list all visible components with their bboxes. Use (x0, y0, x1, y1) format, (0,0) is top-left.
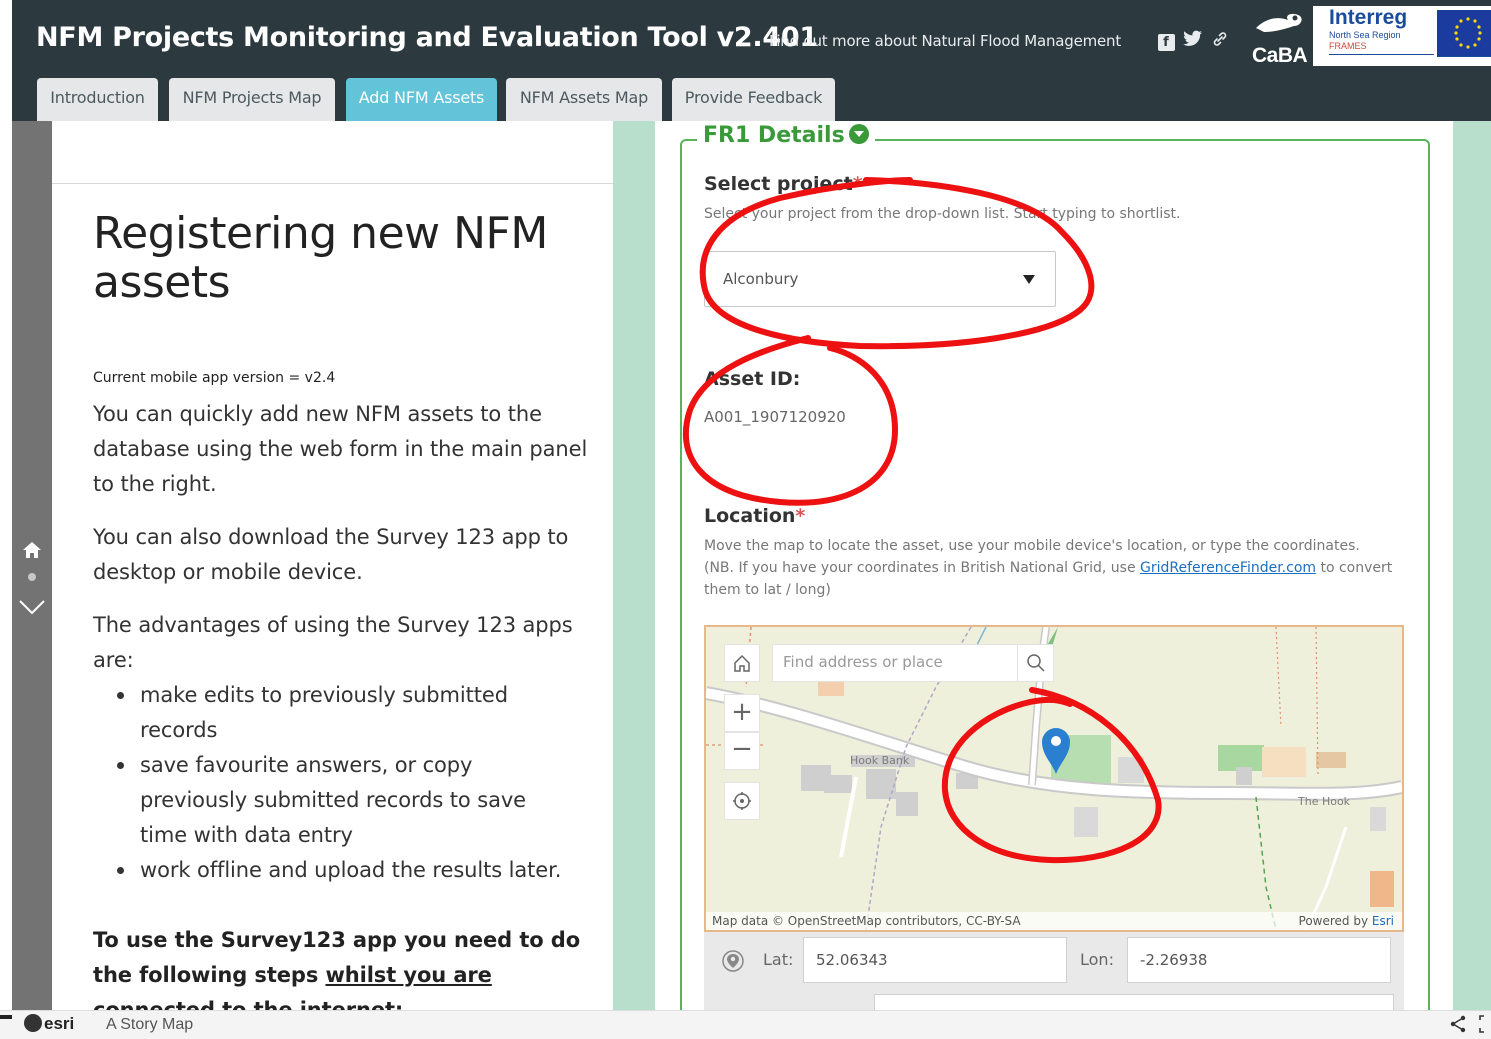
intro-paragraph: You can quickly add new NFM assets to th… (93, 402, 588, 496)
twitter-icon[interactable] (1182, 30, 1204, 52)
esri-logo[interactable]: esri (24, 1014, 74, 1034)
zoom-in-button[interactable]: + (724, 694, 760, 732)
lon-label: Lon: (1080, 950, 1114, 969)
lon-input[interactable]: -2.26938 (1127, 937, 1391, 983)
lat-input[interactable]: 52.06343 (803, 937, 1067, 983)
project-select[interactable]: Alconbury (704, 251, 1056, 307)
advantages-list: make edits to previously submitted recor… (93, 678, 573, 888)
location-label: Location* (704, 505, 806, 527)
app-header: NFM Projects Monitoring and Evaluation T… (12, 0, 1491, 121)
search-icon[interactable] (1017, 645, 1053, 681)
left-edge (0, 0, 12, 1010)
more-info-link[interactable]: Find out more about Natural Flood Manage… (769, 32, 1121, 50)
narrative-title: Registering new NFM assets (93, 208, 548, 308)
location-map[interactable]: Find address or place + − Hook Bank The … (704, 625, 1404, 932)
interreg-logo: Interreg North Sea Region FRAMES (1313, 6, 1491, 66)
chevron-down-icon[interactable] (18, 597, 46, 617)
story-map-app: NFM Projects Monitoring and Evaluation T… (0, 0, 1491, 1039)
gps-icon[interactable] (718, 946, 748, 976)
locate-icon[interactable] (724, 782, 760, 820)
tab-provide-feedback[interactable]: Provide Feedback (672, 78, 835, 121)
share-icon[interactable] (1448, 1014, 1468, 1034)
eu-flag-icon (1437, 10, 1491, 56)
caba-logo: CaBA (1248, 8, 1310, 70)
list-item: work offline and upload the results late… (93, 853, 573, 888)
divider (52, 183, 613, 184)
tab-add-nfm-assets[interactable]: Add NFM Assets (346, 78, 497, 121)
select-project-label: Select project* (704, 173, 863, 195)
tab-nfm-projects-map[interactable]: NFM Projects Map (169, 78, 335, 121)
globe-icon (24, 1014, 42, 1032)
download-paragraph: You can also download the Survey 123 app… (93, 525, 569, 584)
zoom-out-button[interactable]: − (724, 732, 760, 770)
list-item: make edits to previously submitted recor… (93, 678, 573, 748)
expand-icon[interactable] (1478, 1014, 1491, 1034)
fr1-details-legend[interactable]: FR1 Details (697, 123, 875, 148)
section-dot-icon[interactable] (28, 573, 36, 581)
location-pin-icon[interactable] (1040, 725, 1072, 775)
map-label-hook-bank: Hook Bank (850, 754, 910, 767)
facebook-icon[interactable]: f (1156, 30, 1176, 52)
story-map-label: A Story Map (106, 1016, 194, 1033)
advantages-paragraph: The advantages of using the Survey 123 a… (93, 613, 573, 672)
map-home-icon[interactable] (724, 644, 760, 682)
map-search-input[interactable]: Find address or place (783, 653, 943, 671)
link-icon[interactable] (1210, 30, 1230, 52)
home-icon[interactable] (22, 541, 42, 559)
side-nav (12, 121, 52, 1010)
dropdown-arrow-icon (1023, 275, 1035, 284)
asset-id-label: Asset ID: (704, 368, 801, 390)
app-version-text: Current mobile app version = v2.4 (93, 370, 336, 386)
map-label-the-hook: The Hook (1298, 795, 1351, 808)
select-project-hint: Select your project from the drop-down l… (704, 206, 1181, 222)
list-item: save favourite answers, or copy previous… (93, 748, 573, 853)
collapse-icon[interactable] (848, 124, 869, 144)
grid-reference-link[interactable]: GridReferenceFinder.com (1140, 560, 1316, 576)
lat-label: Lat: (763, 950, 794, 969)
asset-id-value: A001_1907120920 (704, 408, 846, 426)
coordinates-bar: Lat: 52.06343 Lon: -2.26938 (704, 932, 1404, 1014)
map-search-box[interactable]: Find address or place (772, 644, 1054, 682)
esri-link[interactable]: Esri (1372, 914, 1394, 928)
tab-introduction[interactable]: Introduction (37, 78, 158, 121)
tab-nfm-assets-map[interactable]: NFM Assets Map (506, 78, 662, 121)
steps-paragraph: To use the Survey123 app you need to do … (93, 928, 581, 1010)
narrative-panel[interactable]: Registering new NFM assets Current mobil… (52, 121, 613, 1010)
story-map-footer: esri A Story Map (0, 1010, 1491, 1039)
map-attribution: Map data © OpenStreetMap contributors, C… (706, 912, 1402, 930)
location-hint: Move the map to locate the asset, use yo… (704, 538, 1393, 598)
app-title: NFM Projects Monitoring and Evaluation T… (36, 22, 818, 53)
